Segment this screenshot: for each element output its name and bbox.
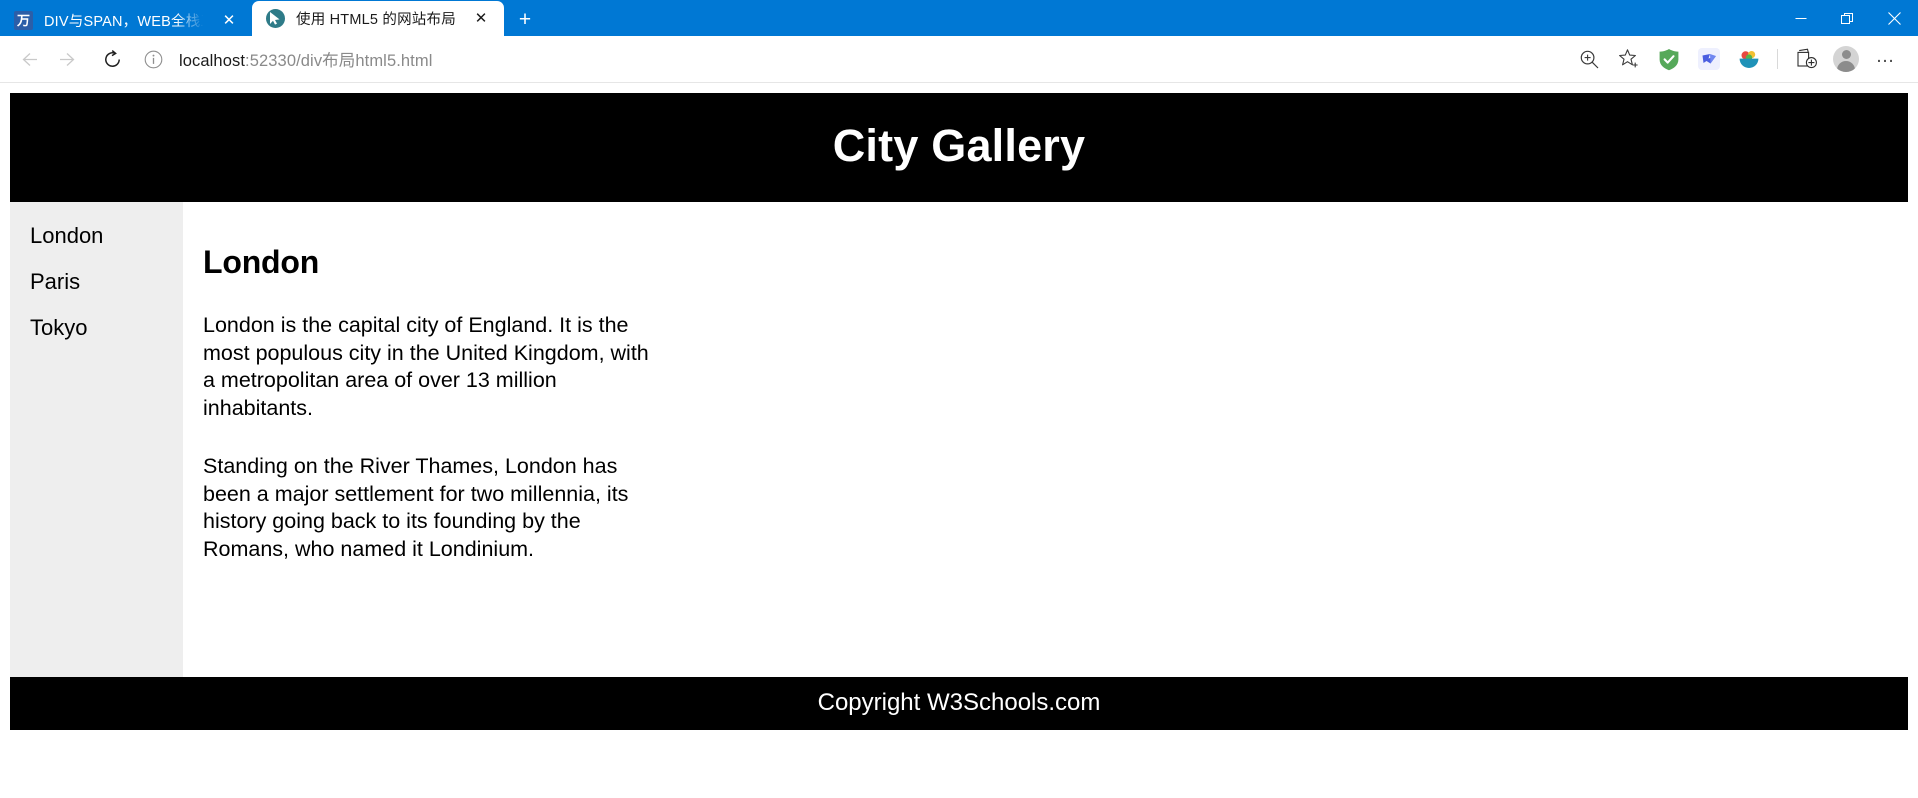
tab-close-icon[interactable]: ✕ — [216, 7, 242, 33]
nav-list: London Paris Tokyo — [30, 220, 183, 358]
browser-tab-inactive[interactable]: 万 DIV与SPAN，WEB全栈工程师零基 ✕ — [0, 4, 252, 36]
tab-title: DIV与SPAN，WEB全栈工程师零基 — [44, 13, 205, 30]
zoom-in-icon[interactable] — [1569, 41, 1609, 77]
collections-icon[interactable] — [1786, 41, 1826, 77]
tab-title: 使用 HTML5 的网站布局 — [296, 12, 456, 28]
article-heading: London — [203, 244, 320, 280]
page-body: London Paris Tokyo London London is the … — [10, 202, 1908, 677]
add-favorite-star-icon[interactable] — [1609, 41, 1649, 77]
article-content: London London is the capital city of Eng… — [183, 202, 1908, 677]
restore-button[interactable] — [1824, 0, 1871, 36]
sidebar-item-paris[interactable]: Paris — [30, 266, 183, 312]
url-path: :52330/div布局html5.html — [245, 52, 433, 70]
page-title: City Gallery — [832, 120, 1086, 171]
site-information-icon[interactable] — [144, 50, 166, 69]
profile-avatar[interactable] — [1826, 41, 1866, 77]
sidebar-item-london[interactable]: London — [30, 220, 183, 266]
sidebar-item-tokyo[interactable]: Tokyo — [30, 312, 183, 358]
new-tab-button[interactable]: + — [508, 4, 542, 36]
browser-tab-active[interactable]: 使用 HTML5 的网站布局 ✕ — [252, 1, 504, 36]
toolbar-icon-group: … — [1569, 41, 1906, 77]
forward-button[interactable] — [48, 41, 88, 77]
browser-toolbar: localhost:52330/div布局html5.html … — [0, 36, 1918, 83]
page-viewport: City Gallery London Paris Tokyo London L… — [0, 83, 1918, 798]
adguard-extension-icon[interactable] — [1649, 41, 1689, 77]
bird-extension-icon[interactable] — [1689, 41, 1729, 77]
url-text[interactable]: localhost:52330/div布局html5.html — [179, 47, 432, 71]
address-bar[interactable]: localhost:52330/div布局html5.html — [144, 42, 1563, 76]
site-footer: Copyright W3Schools.com — [10, 677, 1908, 730]
fruit-bowl-extension-icon[interactable] — [1729, 41, 1769, 77]
tab-strip-drag-area — [542, 0, 1777, 36]
article-paragraph: London is the capital city of England. I… — [203, 313, 649, 420]
toolbar-divider — [1777, 49, 1778, 69]
close-button[interactable] — [1871, 0, 1918, 36]
article-paragraph: Standing on the River Thames, London has… — [203, 454, 629, 561]
back-button[interactable] — [8, 41, 48, 77]
footer-text: Copyright W3Schools.com — [817, 689, 1101, 716]
minimize-button[interactable] — [1777, 0, 1824, 36]
settings-and-more-icon[interactable]: … — [1866, 41, 1906, 77]
browser-tab-bar: 万 DIV与SPAN，WEB全栈工程师零基 ✕ 使用 HTML5 的网站布局 ✕… — [0, 0, 1918, 36]
window-controls — [1777, 0, 1918, 36]
refresh-button[interactable] — [92, 41, 132, 77]
sidebar-navigation: London Paris Tokyo — [10, 202, 183, 677]
url-host: localhost — [179, 52, 246, 70]
tab-close-icon[interactable]: ✕ — [468, 6, 494, 32]
live-server-cursor-icon — [266, 9, 285, 28]
site-header: City Gallery — [10, 93, 1908, 202]
wanwei-icon: 万 — [14, 10, 33, 30]
